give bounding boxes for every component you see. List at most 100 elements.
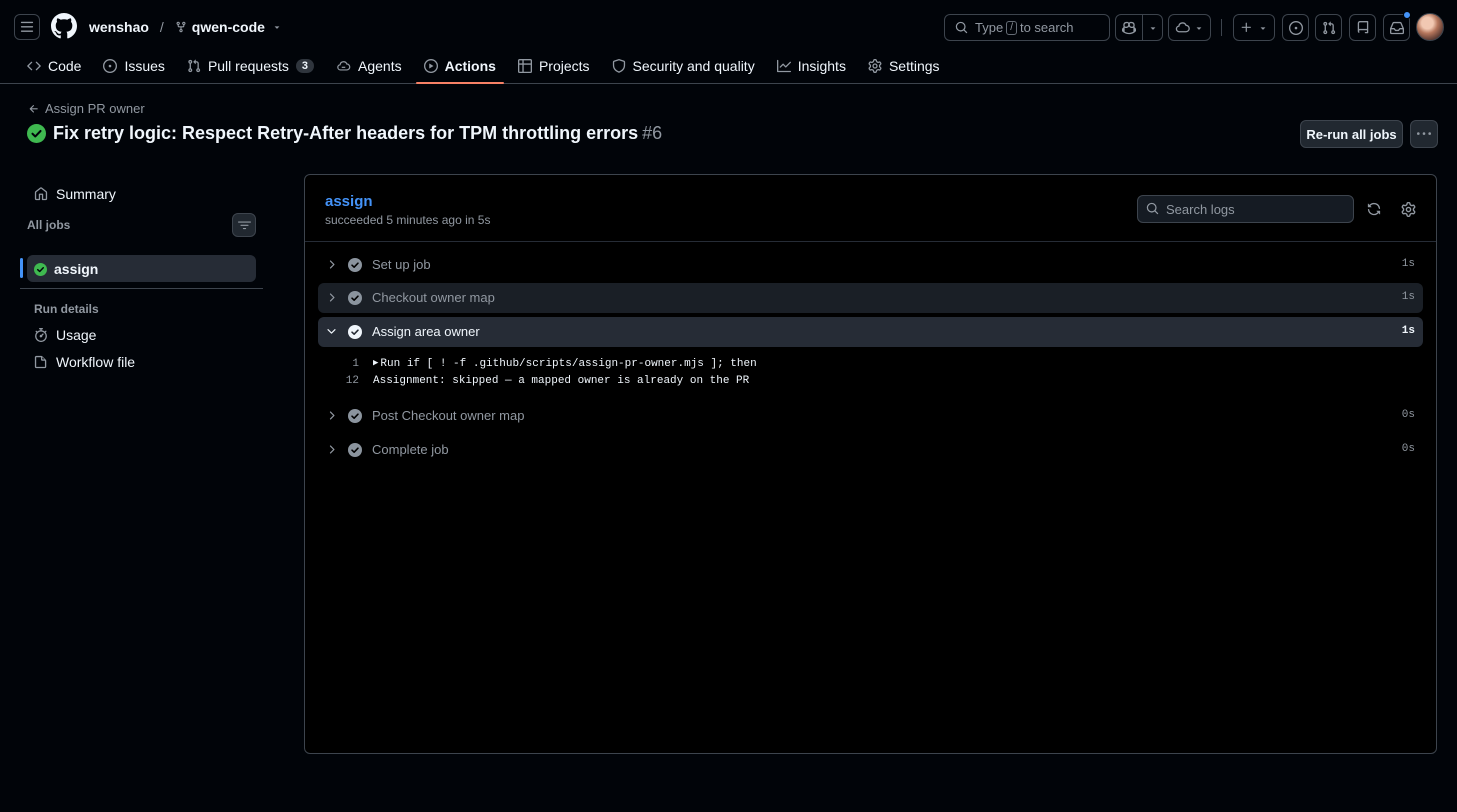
- filter-jobs-button[interactable]: [232, 213, 256, 237]
- selected-job-marker: [20, 258, 23, 278]
- codespaces-button[interactable]: [1168, 14, 1211, 41]
- step-assign-area-owner[interactable]: Assign area owner 1s: [318, 317, 1423, 347]
- chevron-right-icon: [325, 291, 338, 304]
- check-circle-icon: [348, 291, 362, 305]
- job-status-text: succeeded 5 minutes ago in 5s: [325, 213, 491, 227]
- sidebar-item-workflow-file[interactable]: Workflow file: [34, 354, 135, 370]
- kebab-horizontal-icon: [1417, 132, 1431, 135]
- tab-label: Actions: [444, 58, 496, 74]
- tab-issues[interactable]: Issues: [95, 48, 172, 84]
- more-options-button[interactable]: [1410, 120, 1438, 148]
- step-name: Post Checkout owner map: [372, 408, 525, 423]
- pull-requests-button[interactable]: [1315, 14, 1342, 41]
- issues-button[interactable]: [1282, 14, 1309, 41]
- job-name-link[interactable]: assign: [325, 193, 373, 210]
- fork-icon: [175, 21, 187, 33]
- menu-icon[interactable]: [14, 14, 40, 40]
- gear-icon: [868, 59, 882, 73]
- tab-settings[interactable]: Settings: [860, 48, 948, 84]
- step-set-up-job[interactable]: Set up job 1s: [318, 250, 1423, 280]
- plus-icon: [1240, 21, 1253, 34]
- run-title-text: Fix retry logic: Respect Retry-After hea…: [53, 123, 639, 143]
- tab-insights[interactable]: Insights: [769, 48, 854, 84]
- tab-projects[interactable]: Projects: [510, 48, 598, 84]
- step-complete-job[interactable]: Complete job 0s: [318, 435, 1423, 465]
- caret-right-icon[interactable]: ▶: [373, 358, 378, 375]
- tab-label: Insights: [797, 58, 846, 74]
- page-title: Fix retry logic: Respect Retry-After hea…: [27, 123, 662, 144]
- step-post-checkout-owner-map[interactable]: Post Checkout owner map 0s: [318, 401, 1423, 431]
- tab-security[interactable]: Security and quality: [604, 48, 763, 84]
- tab-label: Settings: [888, 58, 940, 74]
- cloud-icon: [1175, 20, 1190, 35]
- step-name: Set up job: [372, 257, 431, 272]
- chevron-right-icon: [325, 443, 338, 456]
- filter-icon: [237, 220, 251, 229]
- github-logo-icon[interactable]: [51, 13, 77, 39]
- chevron-down-icon[interactable]: [272, 22, 282, 32]
- rerun-all-jobs-button[interactable]: Re-run all jobs: [1300, 120, 1403, 148]
- back-link-label: Assign PR owner: [45, 101, 145, 116]
- all-jobs-heading: All jobs: [27, 218, 71, 232]
- tab-label: Agents: [358, 58, 402, 74]
- sync-icon: [1367, 202, 1381, 216]
- log-search-field[interactable]: [1137, 195, 1354, 223]
- chevron-right-icon: [325, 258, 338, 271]
- check-circle-icon: [348, 325, 362, 339]
- tab-actions[interactable]: Actions: [415, 48, 505, 84]
- tab-code[interactable]: Code: [19, 48, 89, 84]
- chevron-down-icon: [1258, 23, 1268, 33]
- job-log-panel: assign succeeded 5 minutes ago in 5s Set…: [304, 174, 1437, 754]
- create-new-button[interactable]: [1233, 14, 1275, 41]
- chevron-down-icon[interactable]: [1143, 23, 1162, 33]
- issue-icon: [1288, 20, 1303, 35]
- refresh-logs-button[interactable]: [1362, 197, 1386, 221]
- tab-label: Projects: [538, 58, 590, 74]
- copilot-icon: [1116, 15, 1144, 40]
- step-checkout-owner-map[interactable]: Checkout owner map 1s: [318, 283, 1423, 313]
- shield-icon: [612, 59, 626, 73]
- sidebar-item-label: Usage: [56, 327, 97, 343]
- tab-label: Security and quality: [632, 58, 755, 74]
- step-name: Checkout owner map: [372, 290, 495, 305]
- repo-nav: Code Issues Pull requests 3 Agents Actio…: [19, 48, 954, 84]
- inbox-icon: [1389, 21, 1404, 35]
- log-line-number: 12: [345, 375, 359, 387]
- log-search-input[interactable]: [1166, 201, 1336, 217]
- repo-link[interactable]: qwen-code: [192, 19, 265, 35]
- panel-divider: [305, 241, 1436, 242]
- sidebar-item-usage[interactable]: Usage: [34, 327, 96, 343]
- pull-request-icon: [1322, 21, 1336, 35]
- step-name: Complete job: [372, 442, 449, 457]
- repositories-button[interactable]: [1349, 14, 1376, 41]
- home-icon: [34, 187, 48, 201]
- check-circle-icon: [27, 124, 46, 143]
- copilot-button[interactable]: [1115, 14, 1163, 41]
- back-to-workflow-link[interactable]: Assign PR owner: [28, 101, 145, 116]
- user-avatar[interactable]: [1416, 13, 1444, 41]
- tab-label: Pull requests: [207, 58, 289, 74]
- log-line[interactable]: 1 ▶ Run if [ ! -f .github/scripts/assign…: [335, 358, 757, 375]
- step-duration: 0s: [1401, 443, 1415, 455]
- search-suffix: to search: [1019, 20, 1074, 35]
- arrow-left-icon: [28, 103, 40, 115]
- log-line[interactable]: 12 Assignment: skipped — a mapped owner …: [335, 375, 749, 392]
- log-line-text: Run if [ ! -f .github/scripts/assign-pr-…: [380, 358, 757, 370]
- code-icon: [27, 59, 41, 73]
- global-search-button[interactable]: Type / to search: [944, 14, 1110, 41]
- pull-request-icon: [187, 59, 201, 73]
- notification-indicator: [1403, 11, 1411, 19]
- sidebar-item-summary[interactable]: Summary: [34, 186, 116, 202]
- book-icon: [1356, 20, 1370, 35]
- chevron-down-icon: [1194, 23, 1204, 33]
- table-icon: [517, 59, 532, 73]
- repo-context: wenshao / qwen-code: [89, 19, 282, 35]
- owner-link[interactable]: wenshao: [89, 19, 149, 35]
- tab-agents[interactable]: Agents: [328, 48, 410, 84]
- sidebar-job-link[interactable]: assign: [34, 261, 98, 277]
- sidebar-divider: [20, 288, 263, 289]
- chevron-right-icon: [325, 409, 338, 422]
- step-duration: 0s: [1401, 409, 1415, 421]
- log-settings-button[interactable]: [1396, 197, 1420, 221]
- tab-pull-requests[interactable]: Pull requests 3: [179, 48, 322, 84]
